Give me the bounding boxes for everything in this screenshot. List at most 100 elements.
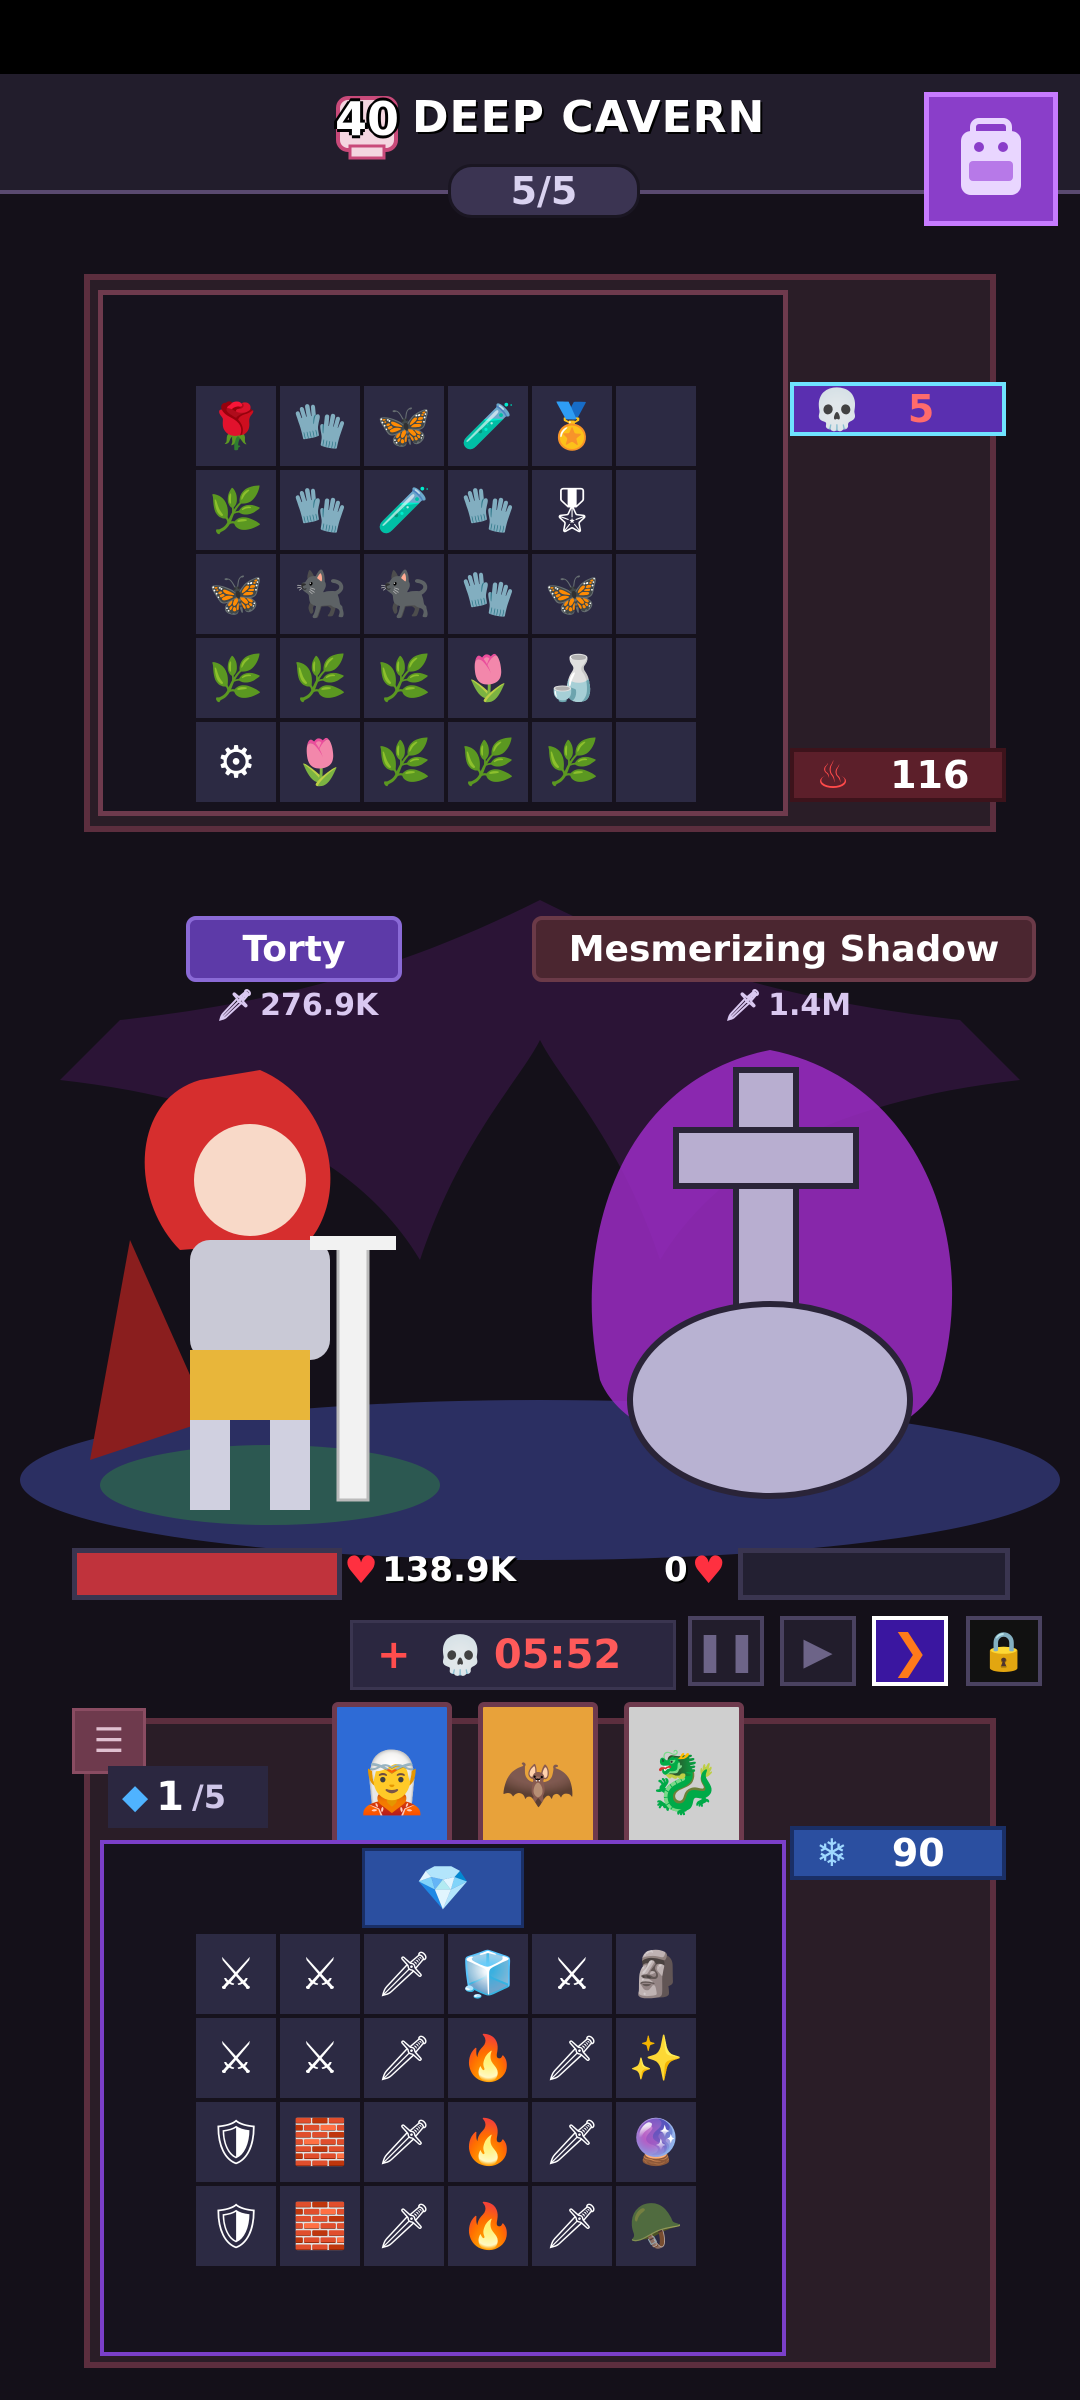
enemy-item-cell[interactable]: 🐈‍⬛ bbox=[364, 554, 444, 634]
enemy-item-cell[interactable]: 🏅 bbox=[532, 386, 612, 466]
enemy-item-cell[interactable]: 🌷 bbox=[448, 638, 528, 718]
heart-icon: ♥ bbox=[691, 1548, 726, 1592]
player-item-cell[interactable]: 🗡 bbox=[532, 2018, 612, 2098]
enemy-item-cell[interactable]: 🌿 bbox=[280, 638, 360, 718]
timer-value: 05:52 bbox=[493, 1632, 622, 1678]
backpack-icon bbox=[961, 118, 1021, 195]
enemy-item-cell[interactable]: 🧪 bbox=[448, 386, 528, 466]
enemy-character bbox=[591, 1050, 953, 1499]
player-item-cell[interactable]: 🔥 bbox=[448, 2186, 528, 2266]
lock-icon: 🔒 bbox=[980, 1628, 1028, 1673]
enemy-item-cell[interactable] bbox=[616, 470, 696, 550]
location-title: DEEP CAVERN bbox=[412, 92, 766, 143]
play-icon: ▶ bbox=[803, 1629, 833, 1673]
enemy-item-cell[interactable] bbox=[616, 638, 696, 718]
player-item-cell[interactable]: 🗡 bbox=[364, 2102, 444, 2182]
player-item-cell[interactable]: 🧱 bbox=[280, 2186, 360, 2266]
player-item-cell[interactable]: ⚔ bbox=[280, 2018, 360, 2098]
enemy-item-cell[interactable] bbox=[616, 386, 696, 466]
enemy-item-cell[interactable]: 🎖 bbox=[532, 470, 612, 550]
enemy-hp: 0 ♥ bbox=[664, 1548, 726, 1592]
enemy-item-cell[interactable]: 🧪 bbox=[364, 470, 444, 550]
dungeon-level: 40 bbox=[334, 92, 399, 146]
enemy-item-cell[interactable]: 🌿 bbox=[364, 722, 444, 802]
player-item-cell[interactable]: 🔮 bbox=[616, 2102, 696, 2182]
player-item-cell[interactable]: ⚔ bbox=[532, 1934, 612, 2014]
pause-button[interactable]: ❚❚ bbox=[688, 1616, 764, 1686]
enemy-power-value: 1.4M bbox=[768, 988, 852, 1023]
enemy-item-cell[interactable]: 🍶 bbox=[532, 638, 612, 718]
gold-value: 116 bbox=[890, 753, 970, 797]
enemy-item-cell[interactable]: 🌿 bbox=[196, 638, 276, 718]
player-hp-value: 138.9K bbox=[382, 1550, 516, 1590]
player-item-cell[interactable]: 🗡 bbox=[364, 1934, 444, 2014]
enemy-name: Mesmerizing Shadow bbox=[568, 928, 1000, 970]
enemy-item-cell[interactable]: 🌹 bbox=[196, 386, 276, 466]
hero-card-1[interactable]: 🧝 bbox=[332, 1702, 452, 1862]
skull-icon: 💀 bbox=[812, 386, 862, 433]
enemy-item-cell[interactable]: 🦋 bbox=[196, 554, 276, 634]
enemy-item-cell[interactable]: 🌿 bbox=[364, 638, 444, 718]
player-item-cell[interactable]: 🗡 bbox=[532, 2186, 612, 2266]
backpack-button[interactable] bbox=[924, 92, 1058, 226]
player-item-cell[interactable]: 🗿 bbox=[616, 1934, 696, 2014]
enemy-item-cell[interactable]: ⚙ bbox=[196, 722, 276, 802]
kill-count-tag: 💀 5 bbox=[790, 382, 1006, 436]
log-button[interactable]: ☰ bbox=[72, 1708, 146, 1774]
enemy-item-cell[interactable]: 🌿 bbox=[196, 470, 276, 550]
enemy-name-plate: Mesmerizing Shadow bbox=[532, 916, 1036, 982]
shard-value: 90 bbox=[891, 1831, 945, 1875]
crystal-icon: 💎 bbox=[415, 1863, 471, 1914]
player-item-cell[interactable]: ⚔ bbox=[196, 2018, 276, 2098]
player-item-cell[interactable]: 🛡 bbox=[196, 2186, 276, 2266]
player-hp-fill bbox=[77, 1553, 337, 1595]
locked-speed-button[interactable]: 🔒 bbox=[966, 1616, 1042, 1686]
fast-forward-button[interactable]: ❯ bbox=[872, 1616, 948, 1686]
player-item-cell[interactable]: 🗡 bbox=[532, 2102, 612, 2182]
player-character bbox=[90, 1070, 396, 1510]
enemy-item-cell[interactable]: 🦋 bbox=[364, 386, 444, 466]
grey-hero-portrait-icon: 🐉 bbox=[646, 1747, 722, 1818]
enemy-item-cell[interactable]: 🌷 bbox=[280, 722, 360, 802]
player-item-cell[interactable]: 🧊 bbox=[448, 1934, 528, 2014]
enemy-item-cell[interactable] bbox=[616, 722, 696, 802]
enemy-item-cell[interactable] bbox=[616, 554, 696, 634]
gold-tag: ♨ 116 bbox=[790, 748, 1006, 802]
enemy-item-cell[interactable]: 🌿 bbox=[448, 722, 528, 802]
hero-card-3[interactable]: 🐉 bbox=[624, 1702, 744, 1862]
enemy-item-cell[interactable]: 🧤 bbox=[448, 470, 528, 550]
enemy-hp-value: 0 bbox=[664, 1550, 688, 1590]
player-item-cell[interactable]: 🔥 bbox=[448, 2102, 528, 2182]
player-item-cell[interactable]: 🛡 bbox=[196, 2102, 276, 2182]
enemy-item-cell[interactable]: 🐈‍⬛ bbox=[280, 554, 360, 634]
enemy-item-cell[interactable]: 🦋 bbox=[532, 554, 612, 634]
crystal-relic[interactable]: 💎 bbox=[362, 1848, 524, 1928]
player-power: 🗡 276.9K bbox=[216, 988, 378, 1023]
hero-card-2[interactable]: 🦇 bbox=[478, 1702, 598, 1862]
player-hp-bar bbox=[72, 1548, 342, 1600]
gem-max: /5 bbox=[192, 1778, 226, 1816]
player-item-cell[interactable]: ⚔ bbox=[280, 1934, 360, 2014]
enemy-item-cell[interactable]: 🧤 bbox=[280, 470, 360, 550]
player-item-grid: ⚔ ⚔ 🗡 🧊 ⚔ 🗿 ⚔ ⚔ 🗡 🔥 🗡 ✨ 🛡 🧱 🗡 🔥 🗡 🔮 🛡 🧱 🗡 🔥 🗡 🪖 bbox=[196, 1934, 696, 2266]
gem-counter: ◆ 1 /5 bbox=[108, 1766, 268, 1828]
enemy-item-cell[interactable]: 🧤 bbox=[448, 554, 528, 634]
play-button[interactable]: ▶ bbox=[780, 1616, 856, 1686]
player-hp: ♥ 138.9K bbox=[344, 1548, 516, 1592]
shard-icon: ❄ bbox=[816, 1831, 848, 1875]
enemy-item-cell[interactable]: 🧤 bbox=[280, 386, 360, 466]
enemy-item-cell[interactable]: 🌿 bbox=[532, 722, 612, 802]
gem-icon: ◆ bbox=[122, 1777, 149, 1817]
player-item-cell[interactable]: ✨ bbox=[616, 2018, 696, 2098]
sword-icon: 🗡 bbox=[216, 988, 255, 1023]
player-item-cell[interactable]: ⚔ bbox=[196, 1934, 276, 2014]
player-item-cell[interactable]: 🗡 bbox=[364, 2018, 444, 2098]
player-item-cell[interactable]: 🔥 bbox=[448, 2018, 528, 2098]
player-item-cell[interactable]: 🪖 bbox=[616, 2186, 696, 2266]
player-name: Torty bbox=[242, 928, 346, 970]
player-item-cell[interactable]: 🗡 bbox=[364, 2186, 444, 2266]
enemy-item-grid: 🌹 🧤 🦋 🧪 🏅 🌿 🧤 🧪 🧤 🎖 🦋 🐈‍⬛ 🐈‍⬛ 🧤 🦋 🌿 🌿 🌿 🌷 🍶 ⚙ 🌷 🌿 🌿 🌿 bbox=[196, 386, 696, 802]
enemy-hp-bar bbox=[738, 1548, 1010, 1600]
player-item-cell[interactable]: 🧱 bbox=[280, 2102, 360, 2182]
skull-icon: 💀 bbox=[436, 1632, 484, 1677]
